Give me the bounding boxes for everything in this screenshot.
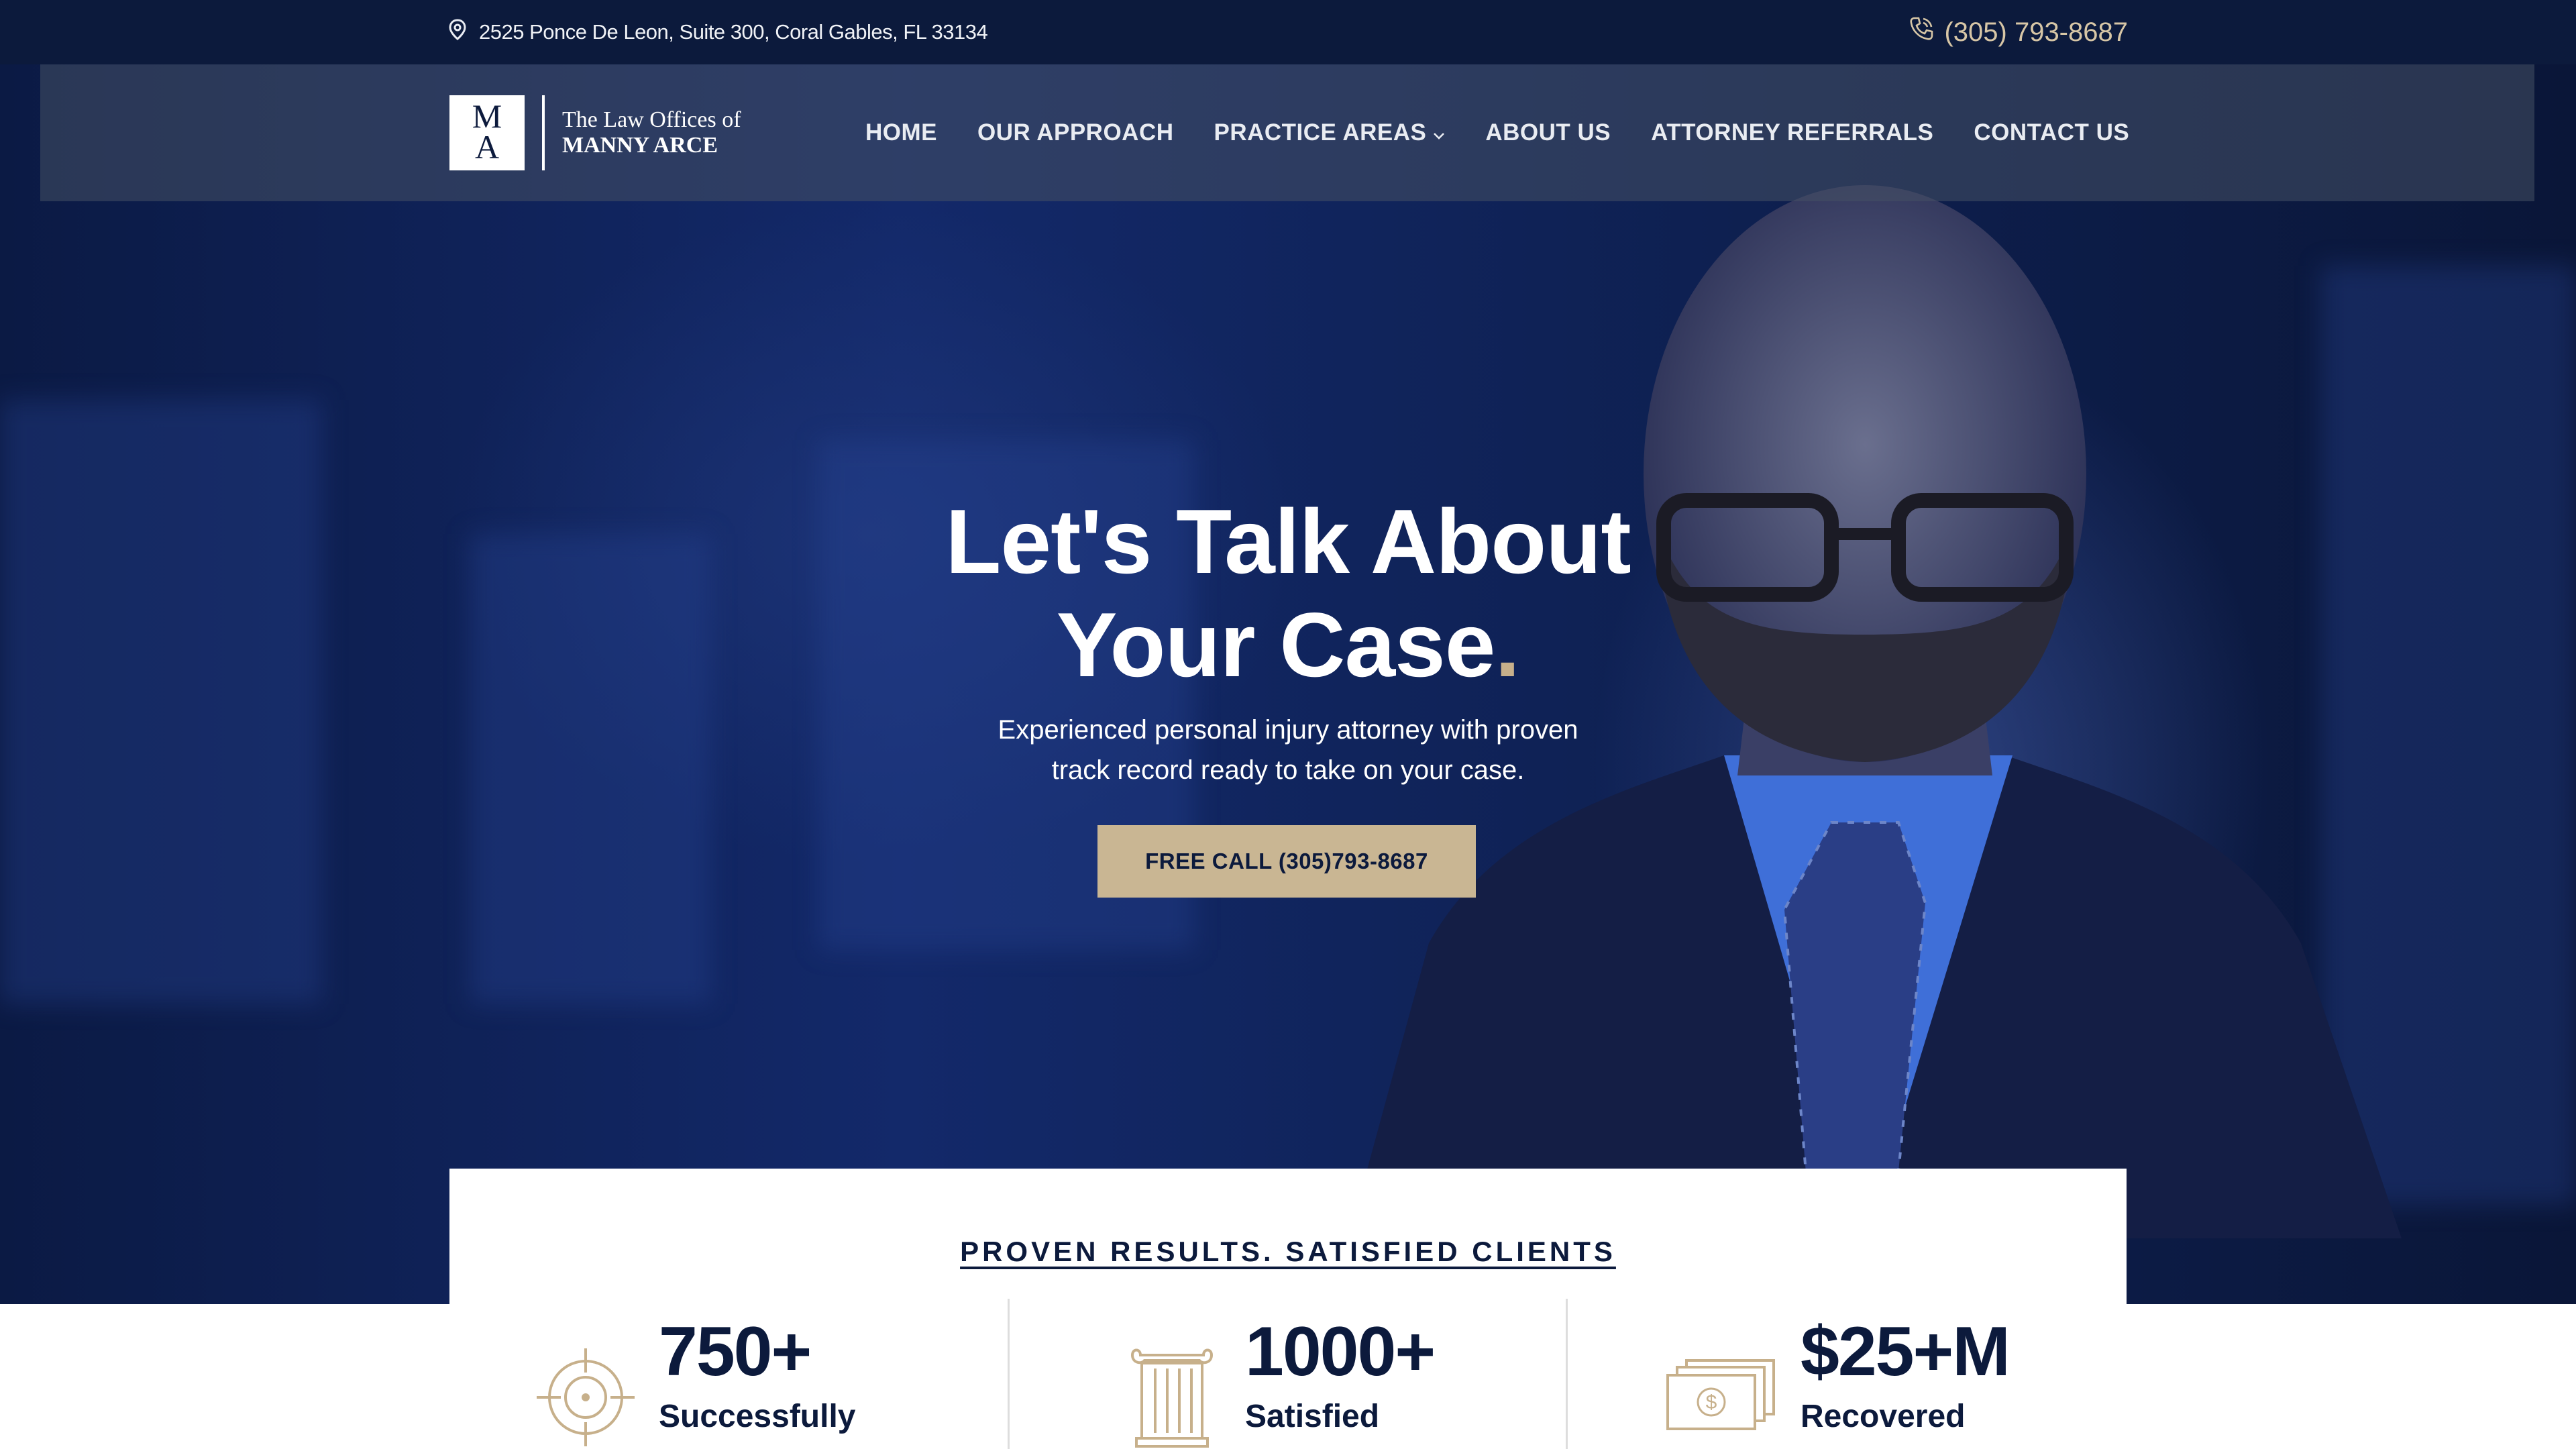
logo-divider [542, 95, 545, 170]
headline-line2-wrap: Your Case. [792, 593, 1784, 696]
target-icon [537, 1348, 635, 1449]
nav-home[interactable]: HOME [865, 119, 937, 146]
monogram-a: A [474, 128, 500, 166]
nav-practice-areas[interactable]: PRACTICE AREAS [1214, 119, 1446, 146]
phone-icon [1908, 15, 1935, 49]
nav-about-us[interactable]: ABOUT US [1485, 119, 1611, 146]
stat-item: $ $25+M Recovered [1664, 1315, 2080, 1449]
headline-line2: Your Case [1056, 594, 1496, 696]
stat-label: Recovered [1801, 1399, 1966, 1434]
phone-number: (305) 793-8687 [1944, 17, 2128, 47]
svg-text:$: $ [1706, 1391, 1717, 1413]
free-call-button[interactable]: FREE CALL (305)793-8687 [1097, 825, 1476, 898]
nav-contact-us[interactable]: CONTACT US [1974, 119, 2129, 146]
logo-line1: The Law Offices of [562, 107, 741, 132]
chevron-down-icon [1433, 119, 1445, 146]
stat-divider [1008, 1299, 1010, 1449]
money-icon: $ [1664, 1358, 1778, 1435]
stat-number: $25+M [1801, 1313, 2010, 1391]
top-bar: 2525 Ponce De Leon, Suite 300, Coral Gab… [0, 0, 2576, 64]
headline-line1: Let's Talk About [945, 490, 1631, 592]
monogram-m: M [472, 97, 502, 135]
location-pin-icon [448, 19, 467, 46]
stat-label: Successfully [659, 1399, 856, 1434]
address: 2525 Ponce De Leon, Suite 300, Coral Gab… [448, 15, 988, 50]
subtitle-line2: track record ready to take on your case. [1051, 755, 1525, 785]
logo-monogram: M A [449, 95, 525, 170]
phone-link[interactable]: (305) 793-8687 [1908, 12, 2128, 52]
nav-attorney-referrals[interactable]: ATTORNEY REFERRALS [1651, 119, 1933, 146]
hero-headline: Let's Talk About Your Case. [792, 490, 1784, 696]
stat-item: 1000+ Satisfied [1127, 1315, 1476, 1449]
address-text: 2525 Ponce De Leon, Suite 300, Coral Gab… [479, 20, 988, 44]
stat-number: 1000+ [1245, 1313, 1436, 1391]
logo[interactable]: M A The Law Offices of MANNY ARCE [449, 95, 741, 170]
hero-subtitle: Experienced personal injury attorney wit… [926, 710, 1650, 790]
stat-item: 750+ Successfully [537, 1315, 885, 1449]
column-icon [1127, 1348, 1217, 1449]
stat-number: 750+ [659, 1313, 812, 1391]
results-card: PROVEN RESULTS. SATISFIED CLIENTS 750+ S… [449, 1169, 2127, 1449]
main-nav: HOME OUR APPROACH PRACTICE AREAS ABOUT U… [865, 111, 2129, 154]
headline-dot: . [1495, 594, 1520, 696]
logo-line2: MANNY ARCE [562, 133, 718, 158]
results-title: PROVEN RESULTS. SATISFIED CLIENTS [960, 1236, 1616, 1267]
subtitle-line1: Experienced personal injury attorney wit… [998, 715, 1578, 745]
logo-text: The Law Offices of MANNY ARCE [562, 107, 741, 158]
nav-our-approach[interactable]: OUR APPROACH [977, 119, 1174, 146]
stat-divider [1566, 1299, 1568, 1449]
nav-practice-areas-label: PRACTICE AREAS [1214, 119, 1427, 146]
stat-label: Satisfied [1245, 1399, 1380, 1434]
